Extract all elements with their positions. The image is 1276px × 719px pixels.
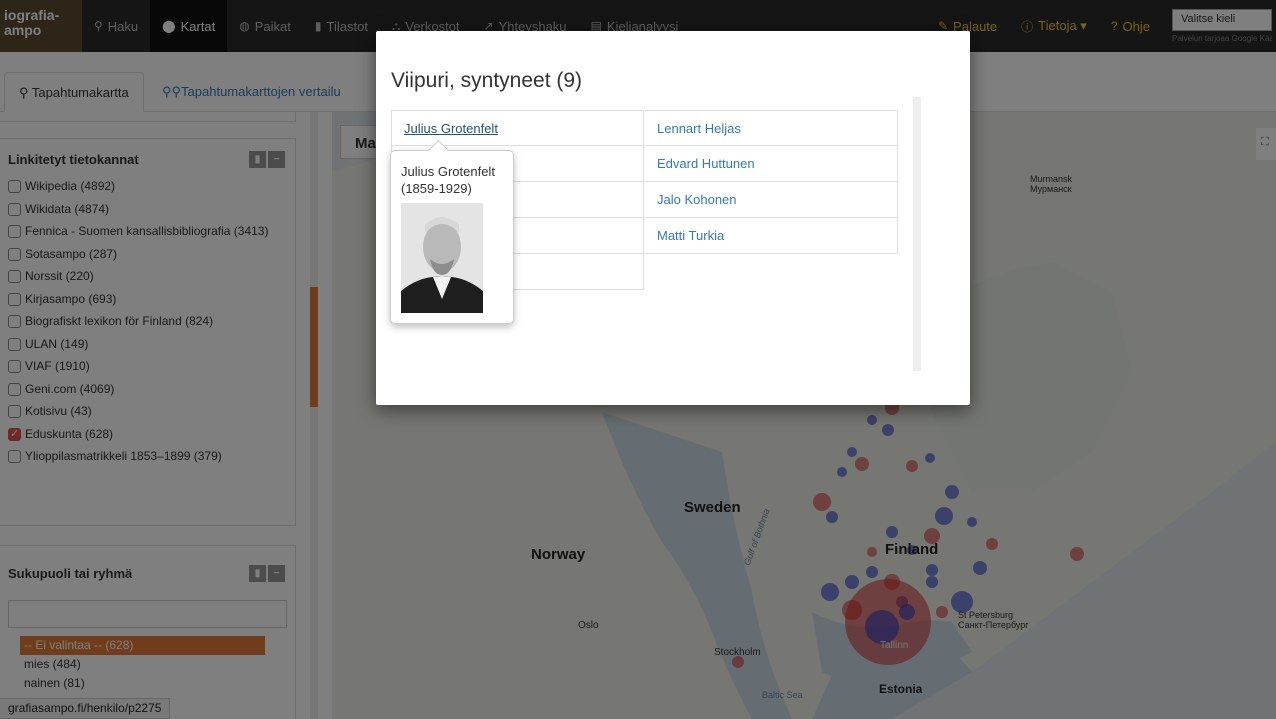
portrait-image (401, 203, 483, 313)
modal-scrollbar[interactable] (913, 97, 921, 371)
tooltip-name: Julius Grotenfelt (1859-1929) (401, 164, 495, 196)
person-link[interactable]: Julius Grotenfelt (391, 110, 644, 146)
person-link[interactable]: Lennart Heljas (645, 110, 898, 146)
person-link[interactable]: Matti Turkia (645, 218, 898, 254)
person-tooltip: Julius Grotenfelt (1859-1929) (390, 150, 514, 324)
person-link[interactable]: Edvard Huttunen (645, 146, 898, 182)
person-list-right: Lennart Heljas Edvard Huttunen Jalo Koho… (645, 110, 898, 254)
person-link[interactable]: Jalo Kohonen (645, 182, 898, 218)
modal-title: Viipuri, syntyneet (9) (391, 69, 583, 92)
